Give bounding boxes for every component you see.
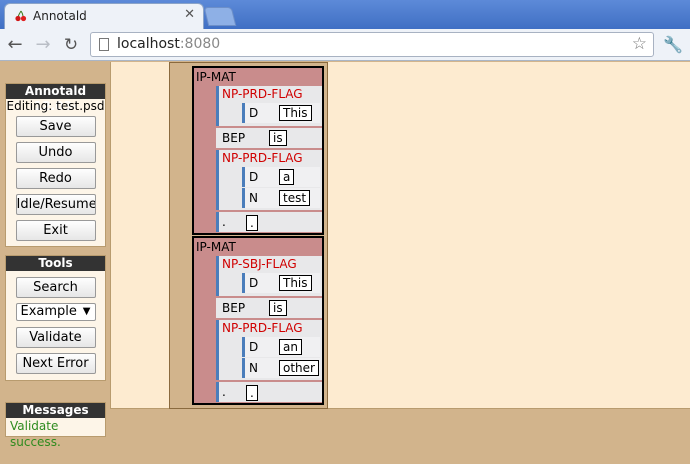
pos-tag: BEP: [222, 301, 246, 315]
panel-title: Annotald 12.03-: [6, 84, 105, 113]
validate-button[interactable]: Validate: [15, 327, 96, 348]
bookmark-star-icon[interactable]: ☆: [632, 34, 647, 54]
word-token[interactable]: This: [279, 275, 312, 291]
tab-title: Annotald: [33, 9, 87, 23]
cherry-icon: [15, 10, 27, 22]
node-label: NP-PRD-FLAG: [222, 321, 303, 335]
word-token[interactable]: .: [246, 385, 258, 401]
annotald-panel: Annotald 12.03- Editing: test.psd Save U…: [5, 83, 106, 247]
word-token[interactable]: a: [279, 169, 295, 185]
node-label: IP-MAT: [196, 240, 236, 254]
url-text: localhost:8080: [117, 36, 220, 52]
tab-bar: Annotald ✕: [0, 0, 690, 29]
verb-node[interactable]: BEP is: [216, 298, 322, 318]
punct-node[interactable]: . .: [216, 382, 322, 402]
pos-tag: N: [249, 191, 258, 205]
search-button[interactable]: Search: [15, 277, 96, 298]
word-token[interactable]: an: [279, 339, 302, 355]
browser-tab[interactable]: Annotald ✕: [4, 3, 204, 29]
address-bar[interactable]: localhost:8080 ☆: [90, 32, 654, 57]
page-icon: [99, 38, 109, 51]
word-token[interactable]: .: [246, 215, 258, 231]
url-host: localhost: [117, 36, 180, 52]
tools-panel: Tools Search Example ▼ Validate Next Err…: [5, 255, 106, 381]
next-error-button[interactable]: Next Error: [15, 353, 96, 374]
leaf-node[interactable]: D This: [242, 103, 320, 123]
reload-icon[interactable]: ↻: [60, 34, 82, 56]
verb-node[interactable]: BEP is: [216, 128, 322, 148]
back-arrow-icon[interactable]: ←: [4, 34, 26, 56]
idle-resume-button[interactable]: Idle/Resume: [15, 194, 96, 215]
tools-title: Tools: [6, 256, 105, 271]
leaf-node[interactable]: N other: [242, 358, 320, 378]
pos-tag: D: [249, 106, 259, 120]
word-token[interactable]: is: [269, 130, 287, 146]
dropdown-arrow-icon: ▼: [82, 306, 91, 317]
pos-tag: .: [222, 215, 226, 229]
pos-tag: D: [249, 340, 259, 354]
leaf-node[interactable]: D an: [242, 337, 320, 357]
messages-title: Messages: [6, 403, 105, 418]
new-tab-button[interactable]: [203, 7, 237, 26]
np-node[interactable]: NP-PRD-FLAG D This: [216, 86, 322, 126]
exit-button[interactable]: Exit: [15, 220, 96, 241]
np-node[interactable]: NP-PRD-FLAG D a N test: [216, 150, 322, 210]
punct-node[interactable]: . .: [216, 212, 322, 232]
undo-button[interactable]: Undo: [15, 142, 96, 163]
word-token[interactable]: This: [279, 105, 312, 121]
save-button[interactable]: Save: [15, 116, 96, 137]
word-token[interactable]: test: [279, 190, 311, 206]
tree-root-ip-mat[interactable]: IP-MAT NP-SBJ-FLAG D This BEP is NP-PRD-…: [192, 236, 324, 405]
tree-root-ip-mat[interactable]: IP-MAT NP-PRD-FLAG D This BEP is NP-PRD-…: [192, 66, 324, 235]
pos-tag: N: [249, 361, 258, 375]
leaf-node[interactable]: N test: [242, 188, 320, 208]
editing-file: Editing: test.psd: [6, 99, 105, 113]
pos-tag: D: [249, 276, 259, 290]
node-label: IP-MAT: [196, 70, 236, 84]
leaf-node[interactable]: D This: [242, 273, 320, 293]
word-token[interactable]: is: [269, 300, 287, 316]
tab-close-icon[interactable]: ✕: [184, 7, 195, 22]
example-select[interactable]: Example ▼: [15, 303, 96, 321]
np-node[interactable]: NP-PRD-FLAG D an N other: [216, 320, 322, 380]
pos-tag: .: [222, 385, 226, 399]
messages-panel: Messages Validate success.: [5, 402, 106, 449]
status-message: Validate success.: [10, 419, 61, 449]
node-label: NP-SBJ-FLAG: [222, 257, 297, 271]
pos-tag: BEP: [222, 131, 246, 145]
node-label: NP-PRD-FLAG: [222, 87, 303, 101]
word-token[interactable]: other: [279, 360, 319, 376]
browser-toolbar: ← → ↻ localhost:8080 ☆ 🔧: [0, 29, 690, 61]
node-label: NP-PRD-FLAG: [222, 151, 303, 165]
example-select-value: Example: [20, 304, 77, 319]
np-node[interactable]: NP-SBJ-FLAG D This: [216, 256, 322, 296]
pos-tag: D: [249, 170, 259, 184]
wrench-icon[interactable]: 🔧: [662, 34, 684, 56]
forward-arrow-icon[interactable]: →: [32, 34, 54, 56]
leaf-node[interactable]: D a: [242, 167, 320, 187]
redo-button[interactable]: Redo: [15, 168, 96, 189]
url-port: :8080: [179, 36, 221, 52]
